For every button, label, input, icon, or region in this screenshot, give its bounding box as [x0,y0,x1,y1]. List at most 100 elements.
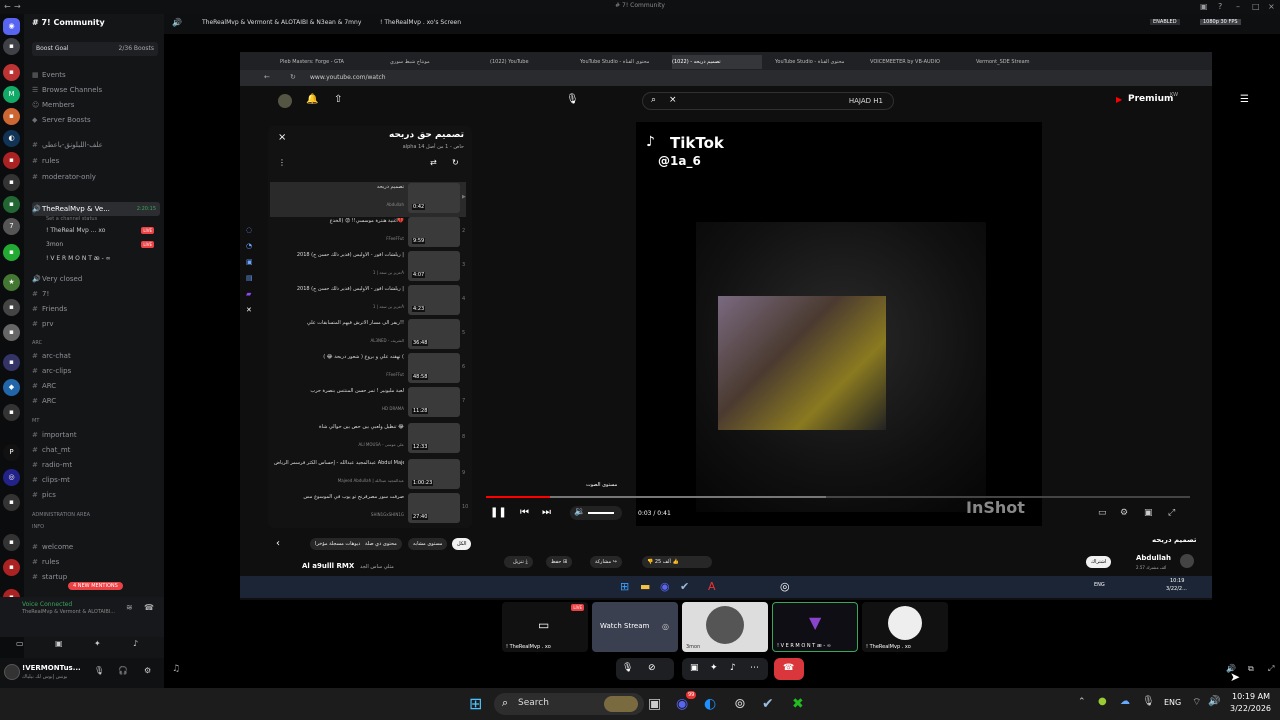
browser-tab[interactable]: YouTube Studio - محتوى القناة [775,55,857,69]
browser-tab-active[interactable]: تصميم دربحه - (1022) [672,55,762,69]
screen-share-icon[interactable]: ▣ [690,663,699,673]
server-icon-16[interactable]: ▪ [3,404,20,421]
channel-item[interactable]: # ARC [32,394,160,408]
channel-item[interactable]: # pics [32,488,160,502]
browser-tab[interactable]: YouTube Studio - محتوى القناة [580,55,660,69]
video-player[interactable]: ♪ TikTok @1a_6 InShot [636,122,1042,526]
microphone-icon[interactable]: 🎙 [1142,696,1155,707]
server-icon-1[interactable]: ▪ [3,38,20,55]
next-icon[interactable]: ⏭ [542,507,551,518]
dislike-icon[interactable]: 👎 [647,559,653,565]
inbox-icon[interactable]: ▣ [1200,2,1208,11]
extension-icon[interactable]: ▤ [246,270,256,286]
channel-item[interactable]: # Friends [32,302,160,316]
microphone-icon[interactable]: 🎙 [622,663,633,673]
participant-tile-speaking[interactable]: ▼ ! V E R M O N T æ - ∞ [772,602,858,652]
xbox-icon[interactable]: ✖ [792,695,810,713]
guild-name[interactable]: # 7! Community [32,18,105,27]
discord-icon[interactable]: ◉ 99 [676,691,697,713]
more-icon[interactable]: ⋯ [750,663,759,673]
youtube-logo-icon[interactable]: ▶ [1116,95,1122,104]
server-icon-11[interactable]: ★ [3,274,20,291]
channel-item[interactable]: # علف-اللبلونق-باعطي [32,138,160,152]
server-icon-10[interactable]: ▪ [3,244,20,261]
browser-tab[interactable]: Pleb Masters: Forge - GTA [280,55,370,69]
server-icon-17[interactable]: P [3,444,20,461]
playlist-item-current[interactable]: 0:42 تصميم دربحه Abdullah ▶ [270,182,466,217]
playlist-item[interactable]: 36:48 ريفر الى مسار الاترش فيهم المتسابقا… [270,318,466,353]
extension-icon[interactable]: ◌ [246,222,256,238]
forward-arrow-icon[interactable]: → [14,2,21,11]
playlist-item[interactable]: 27:40 صرفت سور مصرفرنج تو يوب في الموسوع … [270,492,468,527]
next-video-title[interactable]: Al a9ulll RMX [302,562,354,570]
sidebar-item-members[interactable]: ☺ Members [32,98,160,112]
category-admin[interactable]: Administration Area [32,512,90,518]
browser-tab[interactable]: (1022) YouTube [490,55,570,69]
wifi-icon[interactable]: ⌔ [1192,696,1201,709]
channel-item[interactable]: # clips-mt [32,473,160,487]
settings-icon[interactable]: ⚙ [144,666,151,675]
clear-search-icon[interactable]: × [669,95,677,105]
channel-item[interactable]: # prv [32,317,160,331]
activities-icon[interactable]: ✦ [710,663,718,673]
category-arc[interactable]: ARC [32,340,42,346]
volume-icon[interactable]: 🔊 [1208,696,1220,707]
progress-track[interactable] [486,496,1190,498]
channel-item[interactable]: # moderator-only [32,170,160,184]
minimize-icon[interactable]: – [1236,2,1240,11]
server-icon-14[interactable]: ▪ [3,354,20,371]
server-icon-21[interactable]: ▪ [3,559,20,576]
search-box[interactable]: ⌕ Search [494,693,644,715]
url-text[interactable]: www.youtube.com/watch [310,74,386,81]
volume-icon[interactable]: 🔉 [574,507,585,517]
extension-icon[interactable]: ▣ [246,254,256,270]
search-box[interactable]: ⌕ × HAJAD H1 [642,92,894,110]
quality-badge[interactable]: 1080p 30 FPS [1200,19,1241,25]
browser-tab[interactable]: مونتاج شبط سوري [390,55,470,69]
boost-goal-bar[interactable]: Boost Goal 2/36 Boosts [32,42,158,56]
camera-off-icon[interactable]: ⊘ [648,663,656,673]
address-bar[interactable]: ← ↻ www.youtube.com/watch [240,70,1212,86]
help-icon[interactable]: ? [1218,2,1222,11]
premium-logo[interactable]: Premium [1128,94,1173,104]
voice-user[interactable]: ! V E R M O N T æ - ∞ [32,252,160,266]
back-arrow-icon[interactable]: ← [4,2,11,11]
maximize-icon[interactable]: □ [1252,2,1260,11]
voice-connected-channel[interactable]: TheRealMvp & Vermont & ALOTAIBI... [22,609,122,615]
channel-name[interactable]: Abdullah [1136,554,1171,562]
volume-slider[interactable] [588,512,614,514]
microphone-icon[interactable]: 🎙 [94,666,104,675]
server-icon-6[interactable]: ▪ [3,152,20,169]
search-icon[interactable]: ⌕ [651,95,656,105]
activity-icon[interactable]: ✦ [94,639,101,648]
playlist-item[interactable]: 11:28 لعبة مليونير ! تمر حسن المنتتس بنصر… [270,386,466,421]
loop-icon[interactable]: ↻ [452,158,459,167]
camera-icon[interactable]: ▭ [16,639,24,648]
channel-item[interactable]: # rules [32,555,160,569]
server-icon-20[interactable]: ▪ [3,534,20,551]
server-icon-7[interactable]: ▪ [3,174,20,191]
playlist-item[interactable]: 1:00:23 عبدالمجيد عبدالله - إحساس الكثر ف… [270,458,466,493]
close-playlist-icon[interactable]: × [278,132,286,143]
server-icon-2[interactable]: ▪ [3,64,20,81]
channel-item[interactable]: 🔊Very closed [32,272,160,286]
voice-user[interactable]: ! TheReal Mvp ... xo LIVE [32,224,160,238]
soundboard-icon[interactable]: ♪ [133,639,138,648]
new-mentions-pill[interactable]: 4 NEW MENTIONS [68,582,123,590]
channel-item[interactable]: # arc-clips [32,364,160,378]
subscribe-button[interactable]: اشتراك [1086,556,1112,568]
playlist-item[interactable]: 4:07 ريلشات افور - الاوليس (قدير ذلك حسن … [270,250,466,285]
pause-icon[interactable]: ❚❚ [490,507,507,518]
server-icon-8[interactable]: ▪ [3,196,20,213]
channel-item[interactable]: # radio-mt [32,458,160,472]
server-icon-4[interactable]: ▪ [3,108,20,125]
close-icon[interactable]: × [1268,2,1275,11]
server-icon-12[interactable]: ▪ [3,299,20,316]
channel-item[interactable]: #7! [32,287,160,301]
sidebar-item-browse-channels[interactable]: ☰ Browse Channels [32,83,160,97]
voice-user[interactable]: 3mon LIVE [32,238,160,252]
browser-tab[interactable]: Vermont_SDE Stream [976,55,1060,69]
popout-icon[interactable]: ⧉ [1248,664,1254,674]
sidebar-item-server-boosts[interactable]: ◆ Server Boosts [32,113,160,127]
edge-icon[interactable]: ◐ [704,695,722,713]
